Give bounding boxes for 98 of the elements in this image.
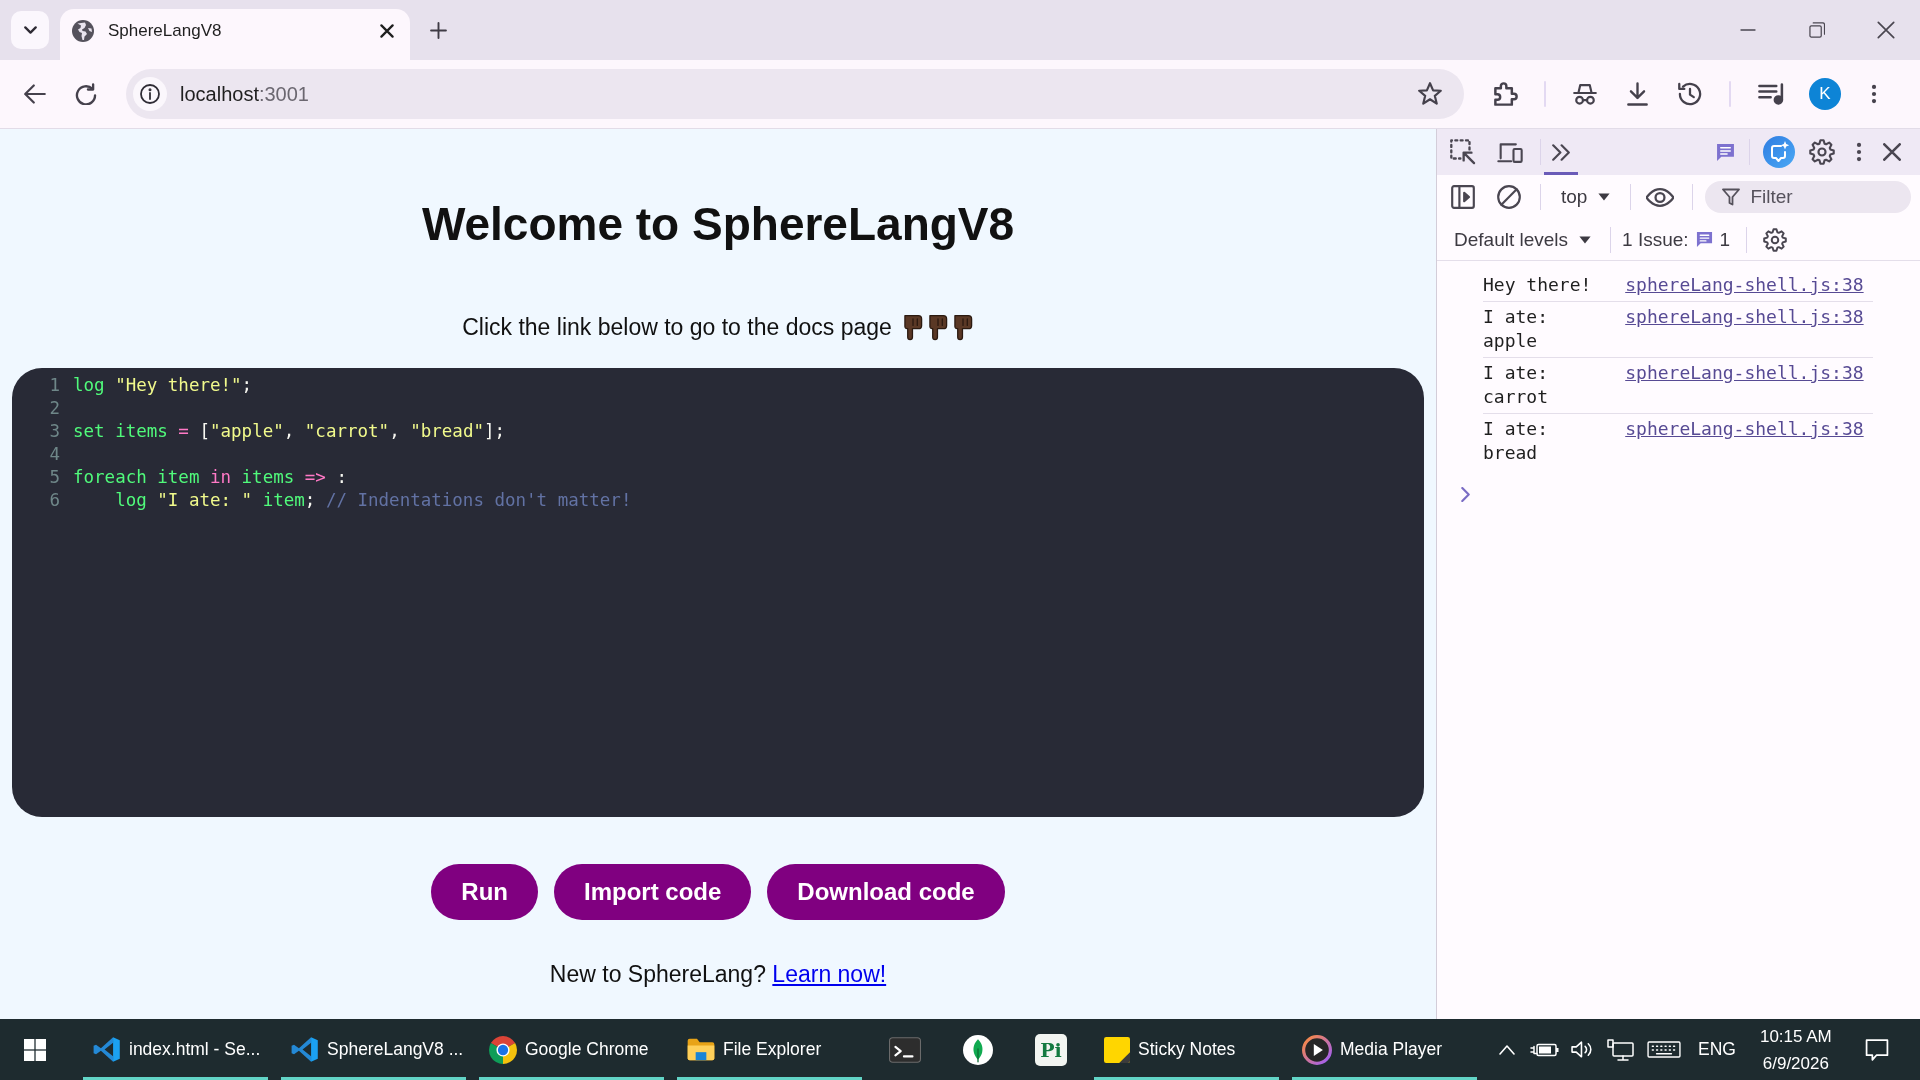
reload-icon[interactable]	[75, 83, 97, 105]
code-editor[interactable]: 1 log "Hey there!"; 2 3 set items = ["apple", "carrot", "bread"]; 4 5 foreach item in items => : 6 log "I ate: " item; // Indentations don't matter!	[12, 368, 1424, 817]
taskbar-app[interactable]: SphereLangV8 ...	[281, 1019, 466, 1080]
monitor-icon[interactable]	[1607, 1038, 1635, 1061]
console-message: I ate: apple	[1483, 305, 1550, 353]
devices-icon[interactable]	[1497, 141, 1523, 163]
sparkle-chat-icon[interactable]	[1763, 136, 1795, 168]
console-message: Hey there!	[1483, 273, 1593, 297]
language-indicator[interactable]: ENG	[1698, 1039, 1736, 1060]
history-icon[interactable]	[1678, 82, 1702, 106]
action-button[interactable]: Run	[431, 864, 538, 920]
tab-search-button[interactable]	[11, 11, 49, 49]
line-number: 1	[49, 375, 60, 395]
message-icon	[1695, 231, 1713, 248]
caret-icon	[1579, 235, 1592, 244]
source-link[interactable]: sphereLang-shell.js:38	[1625, 417, 1864, 441]
pointing-down-hand-icon	[901, 313, 924, 341]
issues-button[interactable]: 1 Issue: 1	[1622, 228, 1731, 251]
close-icon[interactable]	[1883, 143, 1901, 161]
taskbar-app[interactable]: Google Chrome	[479, 1019, 664, 1080]
playlist-icon[interactable]	[1758, 83, 1784, 105]
taskbar-app[interactable]: Sticky Notes	[1094, 1019, 1279, 1080]
taskbar-app[interactable]: File Explorer	[677, 1019, 862, 1080]
pointing-down-hand-icon	[926, 313, 949, 341]
taskbar-app[interactable]: Pi	[1021, 1019, 1081, 1080]
code-line: foreach item in items => :	[73, 466, 347, 489]
pointing-down-hand-icon	[951, 313, 974, 341]
line-number: 3	[49, 421, 60, 441]
hat-and-glasses-icon[interactable]	[1573, 83, 1597, 105]
leaf-icon	[963, 1034, 993, 1065]
code-line: set items = ["apple", "carrot", "bread"];	[73, 420, 506, 443]
code-line: log "I ate: " item; // Indentations don't matter!	[114, 489, 632, 512]
inspect-icon[interactable]	[1450, 139, 1476, 165]
windows-icon[interactable]	[24, 1038, 46, 1061]
profile-avatar[interactable]: K	[1809, 78, 1841, 110]
learn-link[interactable]: Learn now!	[772, 961, 887, 987]
address-url: localhost:3001	[180, 82, 309, 106]
context-select[interactable]: top	[1561, 186, 1611, 208]
globe-icon	[72, 20, 94, 42]
puzzle-icon[interactable]	[1494, 82, 1518, 106]
folder-icon	[687, 1038, 715, 1061]
speaker-icon[interactable]	[1571, 1041, 1593, 1058]
site-info-button[interactable]	[133, 77, 167, 111]
caret-down-icon	[23, 26, 37, 34]
back-icon[interactable]	[24, 84, 46, 104]
double-chevron-icon	[1552, 143, 1570, 161]
plus-icon[interactable]	[430, 21, 447, 39]
kebab-menu-icon[interactable]	[1871, 84, 1877, 104]
sidebar-icon[interactable]	[1451, 185, 1475, 209]
line-number: 4	[49, 444, 60, 464]
chevron-up-icon[interactable]	[1499, 1044, 1515, 1055]
terminal-icon	[889, 1036, 921, 1063]
code-editor-icon	[93, 1036, 121, 1063]
browser-icon	[489, 1035, 517, 1064]
code-editor-icon	[291, 1036, 319, 1063]
restore-icon[interactable]	[1808, 22, 1825, 38]
subtitle-text: Click the link below to go to the docs page	[462, 313, 892, 342]
taskbar-app[interactable]: Media Player	[1292, 1019, 1477, 1080]
source-link[interactable]: sphereLang-shell.js:38	[1625, 361, 1864, 385]
eye-icon[interactable]	[1646, 187, 1675, 207]
download-icon[interactable]	[1627, 82, 1648, 106]
app-tile: Pi	[1035, 1033, 1067, 1066]
filter-field[interactable]: Filter	[1705, 181, 1912, 213]
close-icon[interactable]	[380, 24, 394, 38]
sticky-note-icon	[1104, 1036, 1130, 1063]
chevron-right-icon[interactable]	[1461, 487, 1470, 502]
source-link[interactable]: sphereLang-shell.js:38	[1625, 305, 1864, 329]
minimize-icon[interactable]	[1738, 29, 1757, 31]
settings-icon[interactable]	[1763, 227, 1788, 252]
caret-icon	[1598, 193, 1611, 201]
circle-slash-icon[interactable]	[1497, 185, 1521, 209]
address-bar[interactable]: localhost:3001	[126, 69, 1464, 119]
line-number: 5	[49, 467, 60, 487]
console-message: I ate: carrot	[1483, 361, 1550, 409]
line-number: 2	[49, 398, 60, 418]
battery-icon[interactable]	[1530, 1042, 1560, 1057]
taskbar-app[interactable]: index.html - Se...	[83, 1019, 268, 1080]
clock[interactable]: 10:15 AM 6/9/2026	[1759, 1022, 1832, 1077]
keyboard-icon[interactable]	[1647, 1041, 1681, 1058]
chat-bubble-icon[interactable]	[1864, 1038, 1889, 1061]
play-icon	[1302, 1034, 1332, 1065]
action-button[interactable]: Download code	[767, 864, 1005, 920]
line-number: 6	[49, 490, 60, 510]
star-icon[interactable]	[1418, 82, 1442, 106]
browser-tab[interactable]: SphereLangV8	[60, 9, 410, 60]
source-link[interactable]: sphereLang-shell.js:38	[1625, 273, 1864, 297]
levels-select[interactable]: Default levels	[1454, 228, 1592, 251]
kebab-menu-icon[interactable]	[1856, 142, 1862, 162]
code-line: log "Hey there!";	[73, 374, 253, 397]
info-icon	[140, 84, 160, 104]
page-title: Welcome to SphereLangV8	[421, 197, 1015, 252]
message-icon[interactable]	[1716, 142, 1735, 162]
action-button[interactable]: Import code	[554, 864, 752, 920]
filter-icon	[1722, 188, 1741, 206]
close-icon[interactable]	[1876, 21, 1895, 39]
settings-icon[interactable]	[1809, 139, 1835, 165]
console-message: I ate: bread	[1483, 417, 1550, 465]
footer-text: New to SphereLang? Learn now!	[549, 960, 887, 989]
